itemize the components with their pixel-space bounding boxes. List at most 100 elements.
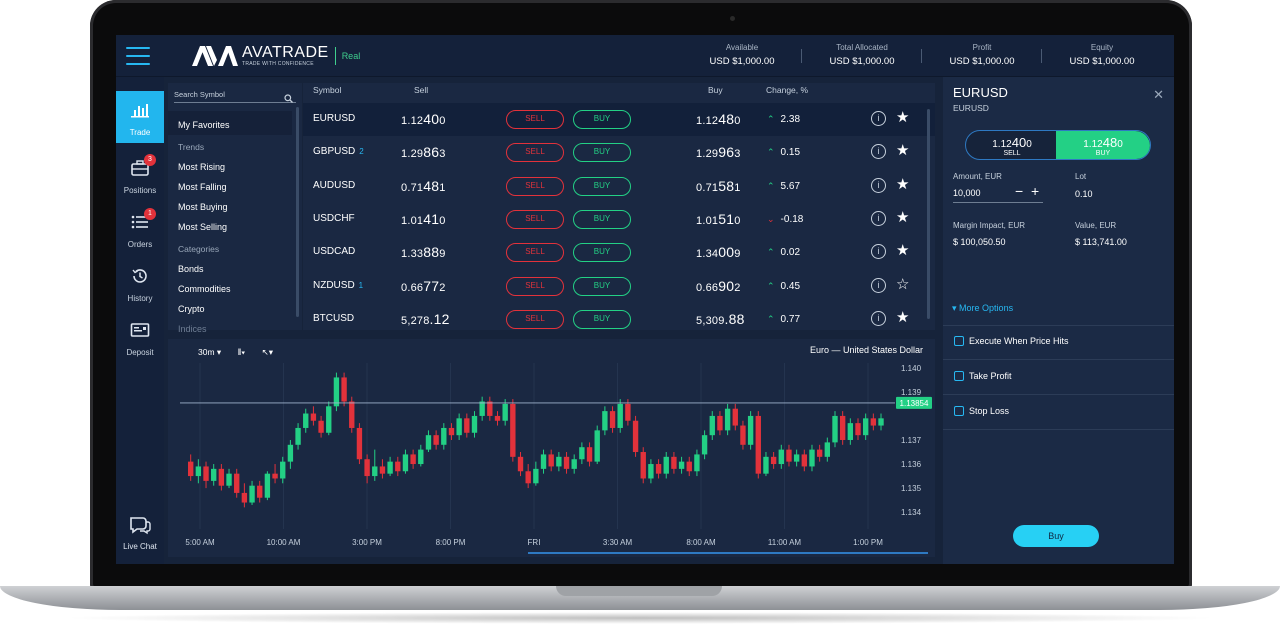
trend-most-rising[interactable]: Most Rising	[178, 157, 231, 177]
info-icon[interactable]: i	[871, 277, 886, 293]
more-options-link[interactable]: ▾ More Options	[952, 303, 1013, 314]
sell-button[interactable]: SELL	[506, 309, 564, 329]
sell-button[interactable]: SELL	[506, 243, 564, 263]
candle-down	[686, 461, 692, 472]
candle-up	[809, 449, 815, 467]
buy-button[interactable]: BUY	[573, 110, 631, 129]
buy-button[interactable]: BUY	[573, 143, 631, 163]
account-type: Real	[341, 51, 361, 61]
checkbox-stop-loss[interactable]: Stop Loss	[954, 406, 1174, 420]
quote-row[interactable]: USDCAD 1.33889 SELL BUY 1.34009 ⌃ 0.02 i ★	[303, 236, 935, 269]
star-filled-icon[interactable]: ★	[896, 308, 909, 326]
candle-down	[318, 420, 324, 433]
toggle-sell[interactable]: 1.12400 SELL	[966, 131, 1058, 159]
x-tick-label: 11:00 AM	[768, 538, 802, 547]
candle-up	[295, 427, 301, 445]
sell-button[interactable]: SELL	[506, 276, 564, 296]
favorites-item[interactable]: My Favorites	[178, 115, 231, 135]
checkbox-execute-price[interactable]: Execute When Price Hits	[954, 336, 1174, 350]
info-icon[interactable]: i	[871, 144, 886, 160]
x-tick-label: 5:00 AM	[185, 538, 215, 547]
info-icon[interactable]: i	[871, 310, 886, 326]
value-value: $ 113,741.00	[1075, 237, 1127, 247]
arrow-up-icon: ⌃	[767, 114, 775, 124]
trend-most-buying[interactable]: Most Buying	[178, 197, 231, 217]
candle-up	[195, 466, 202, 477]
left-nav: Trade 3 Positions 1 Orders History Depos…	[116, 77, 164, 564]
arrow-up-icon: ⌃	[767, 180, 775, 191]
info-icon[interactable]: i	[871, 177, 886, 193]
stat-available: Available USD $1,000.00	[709, 43, 775, 67]
symbol-categories-panel: Search Symbol My Favorites Trends Most R…	[168, 83, 302, 334]
quote-row[interactable]: AUDUSD 0.71481 SELL BUY 0.71581 ⌃ 5.67 i ★	[303, 170, 935, 203]
sell-button[interactable]: SELL	[506, 176, 564, 196]
star-outline-icon[interactable]: ☆	[896, 275, 909, 293]
star-filled-icon[interactable]: ★	[896, 241, 909, 259]
info-icon[interactable]: i	[871, 244, 886, 260]
quote-symbol: BTCUSD	[313, 312, 355, 324]
search-input[interactable]: Search Symbol	[174, 87, 296, 103]
candle-up	[556, 456, 562, 467]
menu-icon[interactable]	[126, 47, 150, 65]
candle-down	[801, 454, 807, 467]
minus-icon[interactable]: −	[1015, 183, 1023, 199]
buy-button[interactable]: BUY	[573, 276, 631, 296]
live-chat-button[interactable]: Live Chat	[116, 515, 164, 551]
category-crypto[interactable]: Crypto	[178, 299, 231, 319]
category-commodities[interactable]: Commodities	[178, 279, 231, 299]
checkbox-take-profit[interactable]: Take Profit	[954, 371, 1174, 385]
star-filled-icon[interactable]: ★	[896, 141, 909, 159]
price-chart[interactable]: 5:00 AM 10:00 AM 3:00 PM 8:00 PM FRI 3:30 AM 8…	[168, 339, 935, 557]
quote-row[interactable]: GBPUSD 2 1.29863 SELL BUY 1.29963 ⌃ 0.15 i ★	[303, 136, 935, 169]
quotes-scrollbar[interactable]	[927, 109, 930, 319]
categories-scrollbar[interactable]	[296, 107, 299, 317]
nav-trade[interactable]: Trade	[116, 91, 164, 143]
buy-button[interactable]: BUY	[573, 176, 631, 196]
arrow-down-icon: ⌄	[767, 213, 775, 224]
time-scrollbar	[528, 552, 928, 554]
star-filled-icon[interactable]: ★	[896, 108, 909, 126]
nav-deposit[interactable]: Deposit	[116, 311, 164, 363]
candle-down	[770, 456, 777, 465]
quote-row[interactable]: EURUSD 1.12400 SELL BUY 1.12480 ⌃ 2.38 i ★	[303, 103, 935, 136]
sell-buy-toggle[interactable]: 1.12400 SELL 1.12480 BUY	[965, 130, 1151, 160]
quote-row[interactable]: USDCHF 1.01410 SELL BUY 1.01510 ⌄ -0.18 i ★	[303, 203, 935, 236]
category-bonds[interactable]: Bonds	[178, 259, 231, 279]
buy-submit-button[interactable]: Buy	[1013, 525, 1099, 547]
candle-up	[579, 447, 585, 460]
close-icon[interactable]: ✕	[1153, 87, 1164, 103]
toggle-buy[interactable]: 1.12480 BUY	[1056, 131, 1150, 159]
trend-most-falling[interactable]: Most Falling	[178, 177, 231, 197]
quote-row[interactable]: NZDUSD 1 0.66772 SELL BUY 0.66902 ⌃ 0.45 i ☆	[303, 270, 935, 303]
sell-button[interactable]: SELL	[506, 110, 564, 129]
amount-input[interactable]: 10,000	[953, 188, 981, 198]
sell-button[interactable]: SELL	[506, 143, 564, 163]
category-indices[interactable]: Indices	[178, 319, 231, 339]
buy-button[interactable]: BUY	[573, 309, 631, 329]
nav-orders[interactable]: 1 Orders	[116, 203, 164, 255]
info-icon[interactable]: i	[871, 210, 886, 226]
candle-up	[211, 468, 217, 481]
buy-button[interactable]: BUY	[573, 209, 631, 229]
buy-button[interactable]: BUY	[573, 243, 631, 263]
candle-up	[862, 418, 869, 436]
trend-most-selling[interactable]: Most Selling	[178, 217, 231, 237]
amount-stepper[interactable]: 10,000 − +	[953, 183, 1043, 203]
nav-history[interactable]: History	[116, 257, 164, 309]
sell-button[interactable]: SELL	[506, 209, 564, 229]
star-filled-icon[interactable]: ★	[896, 175, 909, 193]
info-icon[interactable]: i	[871, 111, 886, 126]
candle-down	[356, 427, 363, 460]
candle-down	[341, 377, 347, 402]
quote-row[interactable]: BTCUSD 5,278.12 SELL BUY 5,309.88 ⌃ 0.77 i ★	[303, 303, 935, 330]
history-icon	[130, 268, 150, 284]
star-filled-icon[interactable]: ★	[896, 208, 909, 226]
nav-positions[interactable]: 3 Positions	[116, 149, 164, 201]
open-count: 1	[358, 280, 364, 290]
candle-up	[502, 403, 508, 421]
quote-symbol: AUDUSD	[313, 179, 356, 191]
change-value: ⌃ 0.15	[767, 147, 801, 159]
plus-icon[interactable]: +	[1031, 183, 1039, 199]
search-icon[interactable]	[284, 90, 293, 108]
candle-down	[563, 456, 570, 469]
